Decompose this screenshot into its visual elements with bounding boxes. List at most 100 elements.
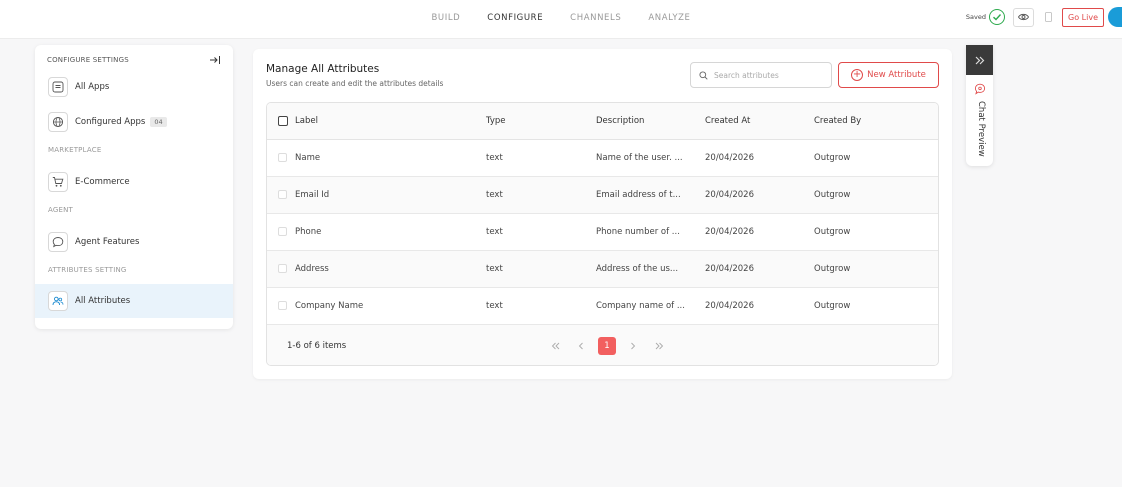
cell-label: Email Id xyxy=(295,190,330,200)
cell-type: text xyxy=(486,227,503,237)
tab-configure[interactable]: CONFIGURE xyxy=(487,13,543,23)
cell-description: Company name of ... xyxy=(596,301,685,311)
page-subtitle: Users can create and edit the attributes… xyxy=(266,79,444,88)
row-checkbox[interactable] xyxy=(278,190,287,199)
select-all-checkbox[interactable] xyxy=(278,116,288,126)
eye-icon xyxy=(1018,13,1030,21)
cell-created-at: 20/04/2026 xyxy=(705,301,754,311)
search-input[interactable] xyxy=(714,70,824,80)
attributes-table: Label Type Description Created At Create… xyxy=(266,102,939,366)
go-live-button[interactable]: Go Live xyxy=(1062,7,1104,27)
column-header-created-by[interactable]: Created By xyxy=(814,116,861,126)
sidebar-item-label: All Attributes xyxy=(75,296,131,306)
table-row[interactable]: Address text Address of the us... 20/04/… xyxy=(267,251,938,288)
chat-preview-icon xyxy=(974,83,986,95)
section-attributes-setting: ATTRIBUTES SETTING xyxy=(48,266,127,274)
sidebar-item-label: E-Commerce xyxy=(75,177,130,187)
sidebar-item-label: All Apps xyxy=(75,82,110,92)
cell-label: Address xyxy=(295,264,329,274)
cell-description: Address of the us... xyxy=(596,264,679,274)
first-page-button[interactable] xyxy=(546,337,564,355)
cell-description: Phone number of ... xyxy=(596,227,680,237)
sidebar: CONFIGURE SETTINGS All Apps Configured A… xyxy=(35,45,233,329)
cart-icon xyxy=(48,172,68,192)
sidebar-item-agent-features[interactable]: Agent Features xyxy=(35,225,233,259)
cell-label: Phone xyxy=(295,227,322,237)
globe-icon xyxy=(48,112,68,132)
column-header-type[interactable]: Type xyxy=(486,116,506,126)
page-1-button[interactable]: 1 xyxy=(598,337,616,355)
prev-page-button[interactable] xyxy=(572,337,590,355)
cell-type: text xyxy=(486,153,503,163)
cell-description: Email address of t... xyxy=(596,190,681,200)
preview-button[interactable] xyxy=(1013,7,1035,27)
users-icon xyxy=(48,291,68,311)
avatar[interactable] xyxy=(1108,7,1122,27)
table-row[interactable]: Name text Name of the user. ... 20/04/20… xyxy=(267,140,938,177)
new-attribute-button[interactable]: + New Attribute xyxy=(838,62,939,88)
cell-created-by: Outgrow xyxy=(814,264,851,274)
cell-created-at: 20/04/2026 xyxy=(705,227,754,237)
expand-chat-preview-button[interactable] xyxy=(966,45,993,75)
tab-build[interactable]: BUILD xyxy=(431,13,460,23)
chat-bubble-icon xyxy=(48,232,68,252)
row-checkbox[interactable] xyxy=(278,227,287,236)
cell-created-at: 20/04/2026 xyxy=(705,264,754,274)
new-attribute-label: New Attribute xyxy=(867,70,926,80)
table-footer: 1-6 of 6 items 1 xyxy=(267,325,938,365)
top-actions: Saved Go Live xyxy=(966,7,1122,27)
page-title: Manage All Attributes xyxy=(266,63,380,75)
main-panel: Manage All Attributes Users can create a… xyxy=(253,49,952,379)
section-marketplace: MARKETPLACE xyxy=(48,146,102,154)
top-bar: BUILD CONFIGURE CHANNELS ANALYZE Saved G… xyxy=(0,0,1122,39)
column-header-label[interactable]: Label xyxy=(295,116,318,126)
top-nav: BUILD CONFIGURE CHANNELS ANALYZE xyxy=(0,0,1122,36)
row-checkbox[interactable] xyxy=(278,264,287,273)
sidebar-item-all-attributes[interactable]: All Attributes xyxy=(35,284,233,318)
search-icon xyxy=(699,70,708,80)
cell-type: text xyxy=(486,264,503,274)
sidebar-item-configured-apps[interactable]: Configured Apps 04 xyxy=(35,105,233,139)
items-summary: 1-6 of 6 items xyxy=(287,341,347,351)
cell-created-at: 20/04/2026 xyxy=(705,153,754,163)
plus-circle-icon: + xyxy=(851,69,864,81)
next-page-button[interactable] xyxy=(624,337,642,355)
double-chevron-right-icon xyxy=(975,56,984,64)
table-header: Label Type Description Created At Create… xyxy=(267,103,938,140)
tab-analyze[interactable]: ANALYZE xyxy=(648,13,690,23)
row-checkbox[interactable] xyxy=(278,153,287,162)
table-row[interactable]: Email Id text Email address of t... 20/0… xyxy=(267,177,938,214)
chevron-right-icon xyxy=(631,342,636,350)
last-page-button[interactable] xyxy=(650,337,668,355)
cell-created-by: Outgrow xyxy=(814,190,851,200)
column-header-description[interactable]: Description xyxy=(596,116,644,126)
cell-created-by: Outgrow xyxy=(814,227,851,237)
cell-type: text xyxy=(486,301,503,311)
section-agent: AGENT xyxy=(48,206,74,214)
row-checkbox[interactable] xyxy=(278,301,287,310)
cell-created-by: Outgrow xyxy=(814,153,851,163)
cell-description: Name of the user. ... xyxy=(596,153,683,163)
cell-type: text xyxy=(486,190,503,200)
double-chevron-left-icon xyxy=(551,342,559,350)
cell-label: Company Name xyxy=(295,301,364,311)
collapse-sidebar-icon[interactable] xyxy=(209,54,221,66)
table-row[interactable]: Company Name text Company name of ... 20… xyxy=(267,288,938,325)
sidebar-header: CONFIGURE SETTINGS xyxy=(47,56,129,64)
cell-label: Name xyxy=(295,153,321,163)
cell-created-by: Outgrow xyxy=(814,301,851,311)
sidebar-item-label: Agent Features xyxy=(75,237,140,247)
sidebar-item-label: Configured Apps xyxy=(75,117,146,127)
mobile-preview-button[interactable] xyxy=(1042,8,1054,27)
sidebar-item-ecommerce[interactable]: E-Commerce xyxy=(35,165,233,199)
column-header-created-at[interactable]: Created At xyxy=(705,116,750,126)
chat-preview-tab[interactable]: Chat Preview xyxy=(966,45,993,166)
chevron-left-icon xyxy=(578,342,583,350)
mobile-icon xyxy=(1044,12,1052,22)
tab-channels[interactable]: CHANNELS xyxy=(570,13,621,23)
table-row[interactable]: Phone text Phone number of ... 20/04/202… xyxy=(267,214,938,251)
search-box[interactable] xyxy=(690,62,832,88)
sidebar-item-all-apps[interactable]: All Apps xyxy=(35,70,233,104)
double-chevron-right-icon xyxy=(655,342,663,350)
cell-created-at: 20/04/2026 xyxy=(705,190,754,200)
